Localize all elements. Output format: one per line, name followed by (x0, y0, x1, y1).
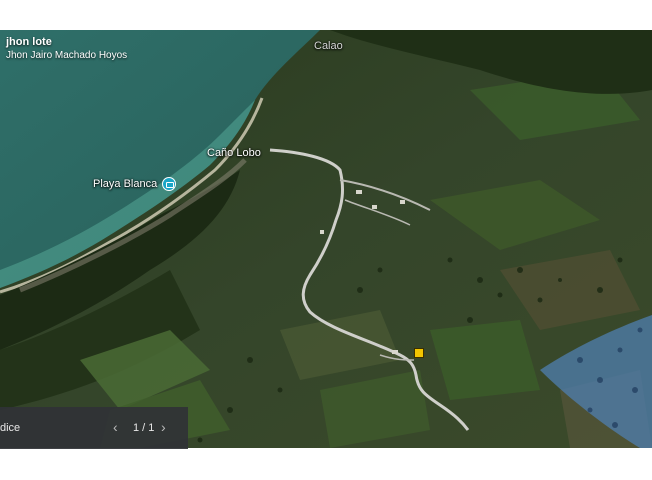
tour-author: Jhon Jairo Machado Hoyos (6, 50, 128, 61)
location-marker-icon[interactable] (414, 348, 424, 358)
navigator-label: dice (0, 422, 21, 434)
tour-navigator: dice ‹ 1 / 1 › (0, 407, 188, 449)
chevron-right-icon[interactable]: › (161, 419, 166, 435)
satellite-map-view[interactable] (0, 30, 652, 448)
camera-icon[interactable] (162, 177, 176, 191)
tour-title: jhon lote (6, 36, 52, 48)
satellite-imagery (0, 30, 652, 448)
place-label-cano-lobo[interactable]: Caño Lobo (207, 147, 261, 159)
page-counter: 1 / 1 (133, 422, 155, 434)
place-label-playa-blanca[interactable]: Playa Blanca (93, 178, 157, 190)
place-label-calao[interactable]: Calao (314, 40, 343, 52)
tour-title-box: jhon lote Jhon Jairo Machado Hoyos (6, 36, 127, 62)
chevron-left-icon[interactable]: ‹ (113, 419, 118, 435)
